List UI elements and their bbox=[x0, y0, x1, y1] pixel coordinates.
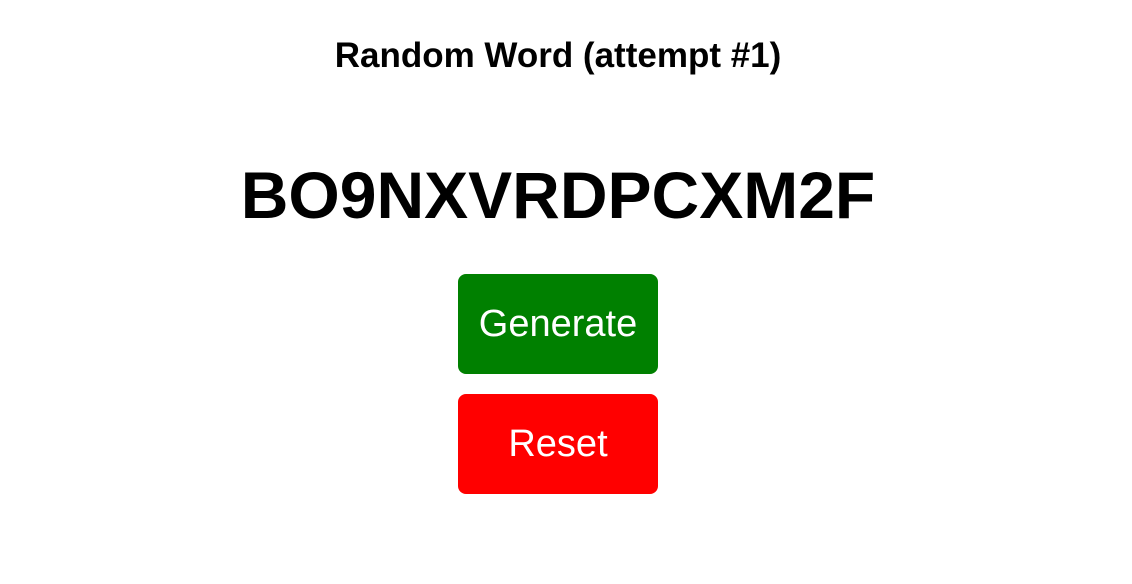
page-title: Random Word (attempt #1) bbox=[334, 36, 782, 75]
random-word-display: BO9NXVRDPCXM2F bbox=[240, 158, 876, 232]
generate-button[interactable]: Generate bbox=[458, 274, 658, 374]
page: Random Word (attempt #1) BO9NXVRDPCXM2F … bbox=[0, 0, 1132, 584]
reset-button[interactable]: Reset bbox=[458, 394, 658, 494]
